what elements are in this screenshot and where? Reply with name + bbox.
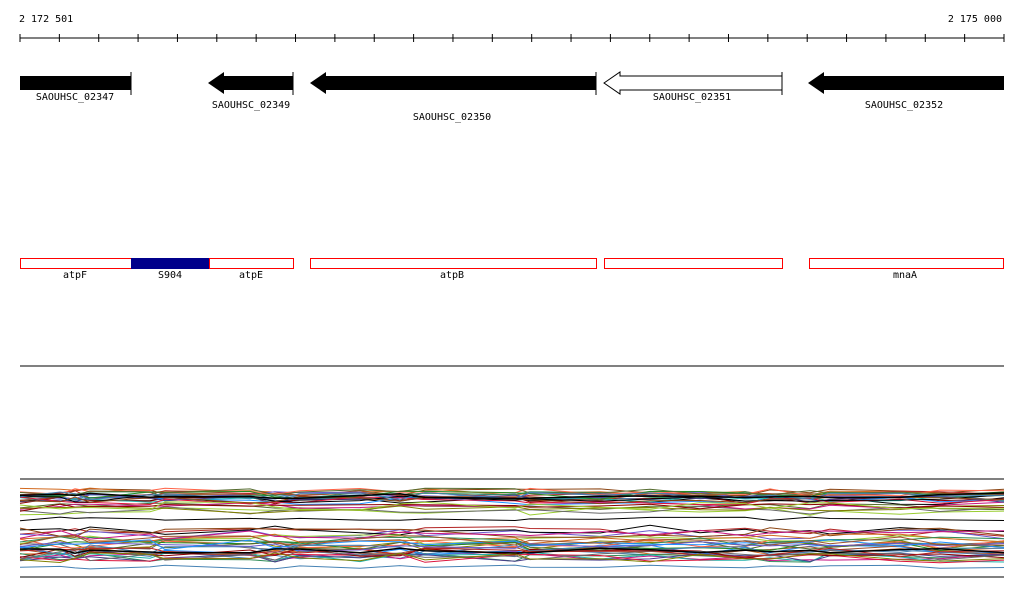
feature-label-atpb: atpB (439, 270, 465, 281)
gene-track (20, 71, 1004, 95)
gene-label-saouhsc-02347: SAOUHSC_02347 (35, 92, 115, 103)
feature-label-mnaa: mnaA (892, 270, 918, 281)
gene-label-saouhsc-02350: SAOUHSC_02350 (412, 112, 492, 123)
gene-arrow-saouhsc-02350[interactable] (310, 72, 597, 95)
expression-profile-lines (19, 487, 1005, 570)
gene-arrow-saouhsc-02349[interactable] (208, 72, 294, 95)
feature-box-mnaa[interactable] (809, 258, 1004, 269)
feature-label-s904: S904 (157, 270, 183, 281)
gene-arrow-saouhsc-02352[interactable] (808, 72, 1004, 94)
gene-label-saouhsc-02349: SAOUHSC_02349 (211, 100, 291, 111)
expression-profile-line (19, 516, 1005, 522)
feature-label-atpe: atpE (238, 270, 264, 281)
feature-track (20, 258, 1004, 269)
genome-browser-canvas (19, 34, 1005, 578)
expression-track (19, 478, 1005, 578)
feature-box-atpf[interactable] (20, 258, 132, 269)
expression-profile-line (19, 564, 1005, 570)
feature-box-s904[interactable] (131, 258, 209, 269)
feature-box-atpe[interactable] (209, 258, 294, 269)
ruler (19, 34, 1005, 42)
feature-label-atpf: atpF (62, 270, 88, 281)
feature-box-unnamed[interactable] (604, 258, 783, 269)
gene-label-saouhsc-02352: SAOUHSC_02352 (864, 100, 944, 111)
gene-label-saouhsc-02351: SAOUHSC_02351 (652, 92, 732, 103)
feature-box-atpb[interactable] (310, 258, 597, 269)
